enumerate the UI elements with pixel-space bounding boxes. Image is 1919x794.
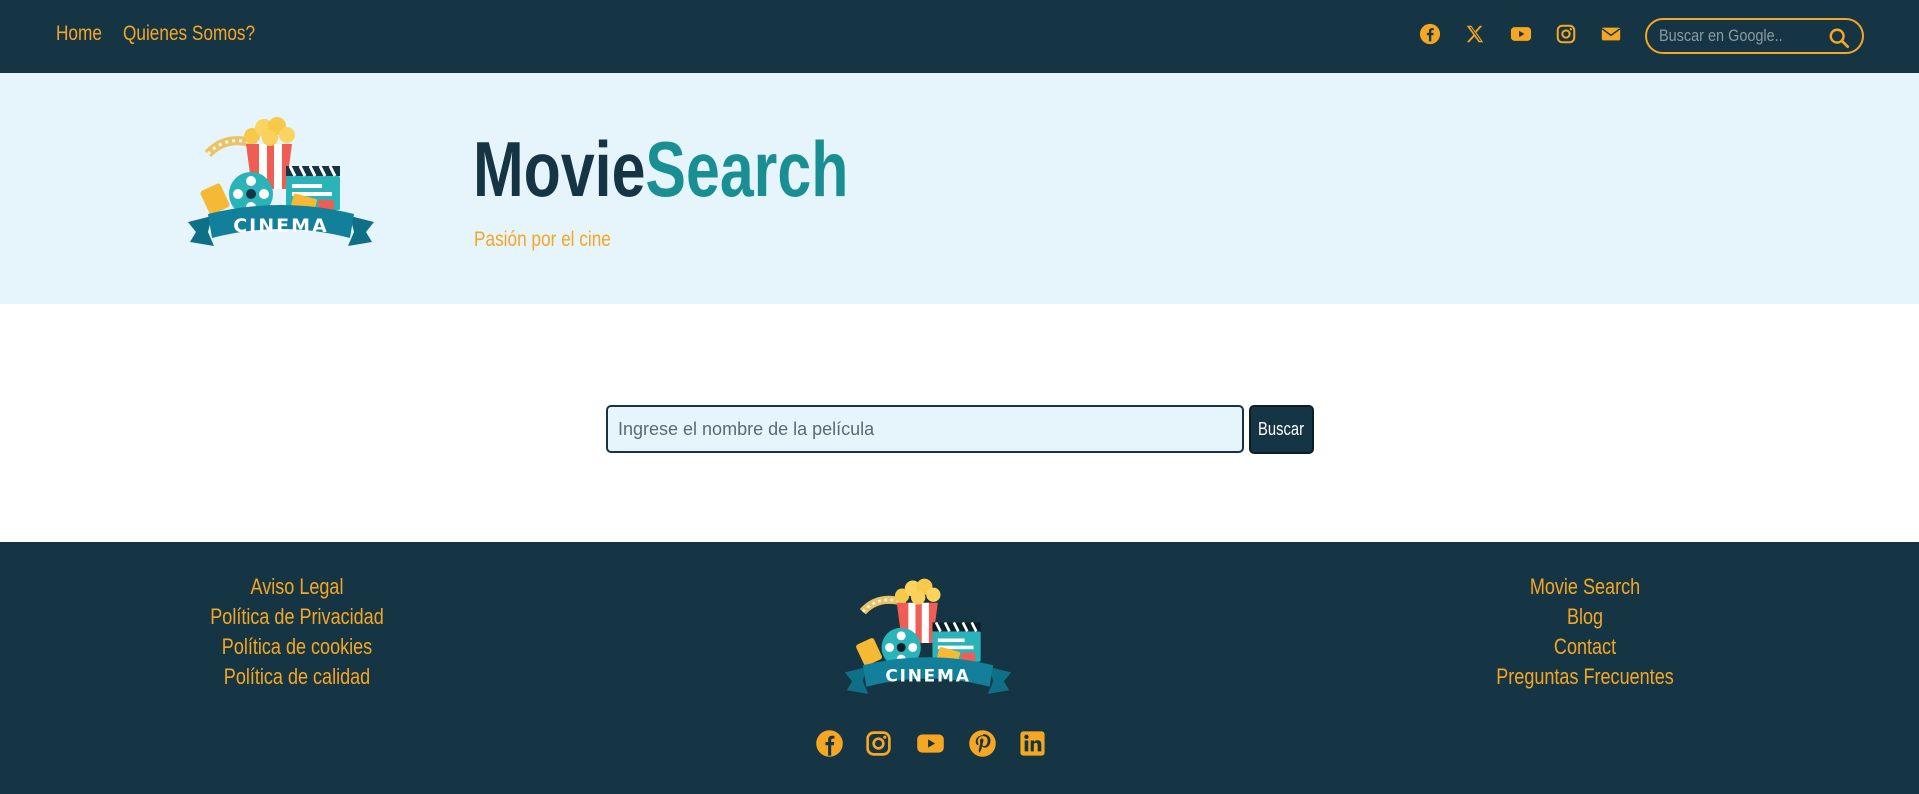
- footer-link-contact[interactable]: Contact: [1554, 634, 1616, 660]
- google-search-input[interactable]: [1659, 24, 1795, 48]
- tagline: Pasión por el cine: [474, 228, 611, 251]
- brand-title-part1: Movie: [473, 125, 646, 213]
- logo-text: CINEMA: [233, 215, 329, 237]
- envelope-icon[interactable]: [1599, 22, 1623, 46]
- footer-linkedin-icon[interactable]: [1017, 728, 1047, 758]
- footer-link-faq[interactable]: Preguntas Frecuentes: [1496, 664, 1674, 690]
- footer-pinterest-icon[interactable]: [967, 728, 997, 758]
- cinema-logo[interactable]: CINEMA: [186, 114, 376, 254]
- footer-link-blog[interactable]: Blog: [1567, 604, 1603, 630]
- nav-about-link[interactable]: Quienes Somos?: [123, 22, 255, 46]
- top-navbar: Home Quienes Somos?: [0, 0, 1919, 73]
- x-icon[interactable]: [1463, 22, 1487, 46]
- search-icon[interactable]: [1828, 27, 1850, 49]
- footer-link-movie-search[interactable]: Movie Search: [1530, 574, 1640, 600]
- youtube-icon[interactable]: [1509, 22, 1533, 46]
- footer-facebook-icon[interactable]: [814, 728, 844, 758]
- movie-search-input[interactable]: [606, 405, 1244, 453]
- footer-youtube-icon[interactable]: [915, 728, 945, 758]
- footer-instagram-icon[interactable]: [863, 728, 893, 758]
- brand-title: MovieSearch: [473, 130, 848, 208]
- brand-title-part2: Search: [645, 125, 849, 213]
- footer-link-aviso-legal[interactable]: Aviso Legal: [251, 574, 344, 600]
- facebook-icon[interactable]: [1418, 22, 1442, 46]
- footer-link-calidad[interactable]: Política de calidad: [224, 664, 370, 690]
- footer-cinema-logo[interactable]: CINEMA: [843, 576, 1013, 701]
- search-button[interactable]: Buscar: [1249, 405, 1314, 454]
- nav-home-link[interactable]: Home: [56, 22, 102, 46]
- instagram-icon[interactable]: [1554, 22, 1578, 46]
- search-button-label: Buscar: [1258, 419, 1305, 439]
- footer-link-privacidad[interactable]: Política de Privacidad: [210, 604, 383, 630]
- footer-logo-text: CINEMA: [885, 665, 970, 685]
- google-search-box: [1645, 18, 1864, 54]
- footer-link-cookies[interactable]: Política de cookies: [222, 634, 372, 660]
